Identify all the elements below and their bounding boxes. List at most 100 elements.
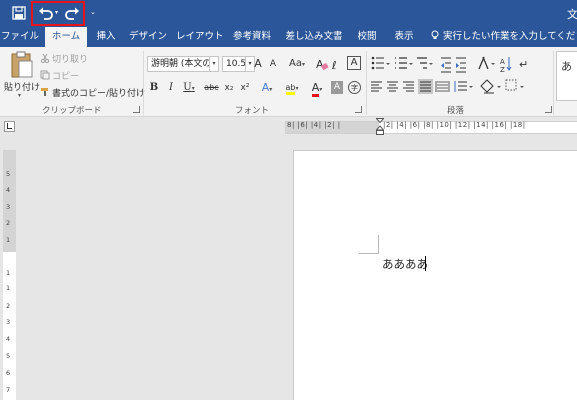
font-size-field[interactable]: 10.5 — [222, 56, 246, 72]
shading-icon[interactable] — [480, 79, 501, 94]
format-painter-button[interactable]: 書式のコピー/貼り付け — [40, 86, 145, 99]
sort-icon[interactable]: A Z — [500, 57, 512, 74]
superscript-button[interactable]: x² — [238, 80, 252, 96]
align-left-icon[interactable] — [371, 81, 382, 92]
font-name-dropdown-icon[interactable]: ▾ — [210, 56, 219, 72]
justify-icon[interactable] — [418, 79, 433, 94]
enclose-characters-button[interactable]: A — [347, 56, 361, 70]
vruler-number: 2 — [6, 219, 11, 227]
vruler-number: 1 — [6, 269, 11, 277]
grow-font-label: A — [254, 57, 262, 70]
italic-label: I — [169, 82, 173, 93]
copy-label: コピー — [52, 72, 80, 82]
paste-icon[interactable] — [10, 51, 34, 79]
tab-insert[interactable]: 挿入 — [92, 27, 120, 47]
font-launcher-icon[interactable] — [355, 106, 362, 113]
show-hide-marks-icon[interactable]: ↵ — [519, 58, 528, 71]
bold-button[interactable]: B — [148, 80, 160, 96]
underline-label: U — [183, 82, 192, 93]
multilevel-list-icon[interactable] — [417, 57, 433, 69]
character-shading-label: A — [333, 82, 341, 92]
character-shading-button[interactable]: A — [331, 81, 343, 94]
font-color-dropdown-icon: ▾ — [319, 86, 323, 93]
italic-button[interactable]: I — [166, 80, 176, 96]
change-case-label: Aa — [289, 58, 302, 69]
svg-text:ℓ: ℓ — [331, 59, 337, 71]
undo-dropdown-icon[interactable]: ▾ — [55, 9, 58, 16]
numbering-icon[interactable] — [395, 57, 413, 69]
ruler-left-numbers: 8| |6| |4| |2| | — [287, 121, 341, 129]
borders-icon[interactable] — [505, 79, 524, 91]
decrease-indent-icon[interactable] — [441, 57, 451, 73]
vruler-number: 2 — [6, 302, 11, 310]
strikethrough-button[interactable]: abc — [203, 80, 220, 96]
line-spacing-icon[interactable] — [454, 81, 473, 92]
tab-review[interactable]: 校閲 — [353, 27, 381, 47]
customize-qat-icon[interactable]: ⌄ — [90, 8, 96, 16]
text-effects-button[interactable]: A▾ — [258, 80, 276, 96]
align-center-icon[interactable] — [387, 81, 398, 92]
bold-label: B — [149, 82, 159, 93]
font-group-label: フォント — [235, 106, 270, 116]
clear-formatting-icon[interactable]: A — [315, 57, 329, 71]
grow-font-button[interactable]: A — [251, 56, 265, 72]
shrink-font-button[interactable]: A — [267, 56, 279, 72]
change-case-button[interactable]: Aa▾ — [285, 56, 309, 72]
save-icon[interactable] — [12, 6, 26, 20]
enclosed-characters-label: 字 — [351, 84, 358, 92]
font-name-field[interactable]: 游明朝 (本文の — [147, 56, 210, 72]
shrink-font-label: A — [269, 59, 277, 69]
tab-references[interactable]: 参考資料 — [230, 27, 274, 47]
superscript-label: x² — [240, 83, 250, 93]
highlight-button[interactable]: ab▾ — [281, 80, 303, 96]
paste-dropdown-icon[interactable]: ▾ — [18, 92, 21, 99]
tell-me-search[interactable]: 実行したい作業を入力してください... — [430, 27, 577, 47]
vruler-number: 3 — [6, 203, 11, 211]
tab-file[interactable]: ファイル — [0, 27, 40, 47]
tab-mailings[interactable]: 差し込み文書 — [283, 27, 345, 47]
indent-marker-icon[interactable] — [376, 118, 384, 136]
highlight-label: ab — [285, 83, 296, 95]
font-color-button[interactable]: A▾ — [307, 80, 327, 97]
text-effects-dropdown-icon: ▾ — [269, 86, 273, 93]
vruler-number: 5 — [6, 170, 11, 178]
clipboard-launcher-icon[interactable] — [133, 106, 140, 113]
margin-crop-mark — [359, 235, 379, 254]
vruler-number: 3 — [6, 318, 11, 326]
phonetic-guide-icon[interactable]: ℓ — [331, 57, 345, 71]
tab-layout[interactable]: レイアウト — [176, 27, 224, 47]
distributed-icon[interactable] — [435, 81, 450, 92]
copy-button[interactable]: コピー — [40, 69, 79, 82]
bullets-icon[interactable] — [371, 56, 390, 70]
align-right-icon[interactable] — [403, 81, 414, 92]
vertical-ruler[interactable]: 5 4 3 2 1 1 1 2 3 4 5 6 7 — [3, 150, 16, 400]
increase-indent-icon[interactable] — [456, 57, 466, 73]
cut-button[interactable]: 切り取り — [40, 52, 88, 65]
tab-home[interactable]: ホーム — [45, 27, 87, 47]
underline-button[interactable]: U▾ — [181, 80, 197, 96]
paste-button[interactable]: 貼り付け — [4, 80, 40, 93]
subscript-button[interactable]: x₂ — [222, 80, 236, 96]
asian-layout-icon[interactable] — [478, 56, 495, 70]
change-case-dropdown-icon: ▾ — [301, 61, 305, 68]
title-bar: ▾ ⌄ 文 — [0, 0, 577, 27]
paragraph-group-label: 段落 — [447, 106, 465, 116]
paragraph-tools: A Z ↵ — [371, 56, 528, 94]
highlight-dropdown-icon: ▾ — [295, 85, 299, 92]
group-separator — [143, 51, 144, 115]
ribbon: 貼り付け ▾ 切り取り コピー 書式のコピー/貼り付け クリップボード 游明朝 … — [0, 47, 577, 117]
scissors-icon — [40, 53, 50, 63]
document-text[interactable]: ああああ — [382, 256, 428, 272]
tab-design[interactable]: デザイン — [128, 27, 168, 47]
tab-view[interactable]: 表示 — [390, 27, 418, 47]
document-page[interactable] — [293, 150, 577, 400]
undo-icon[interactable] — [38, 5, 54, 21]
redo-icon[interactable] — [64, 5, 80, 21]
format-painter-label: 書式のコピー/貼り付け — [52, 89, 146, 99]
styles-gallery[interactable]: あ — [556, 51, 577, 101]
tab-selector[interactable] — [4, 121, 15, 132]
enclosed-characters-button[interactable]: 字 — [348, 81, 361, 94]
paragraph-launcher-icon[interactable] — [545, 106, 552, 113]
vruler-number: 5 — [6, 352, 11, 360]
horizontal-ruler[interactable]: 8| |6| |4| |2| | |2| |4| |6| |8| |10| |1… — [285, 121, 577, 134]
